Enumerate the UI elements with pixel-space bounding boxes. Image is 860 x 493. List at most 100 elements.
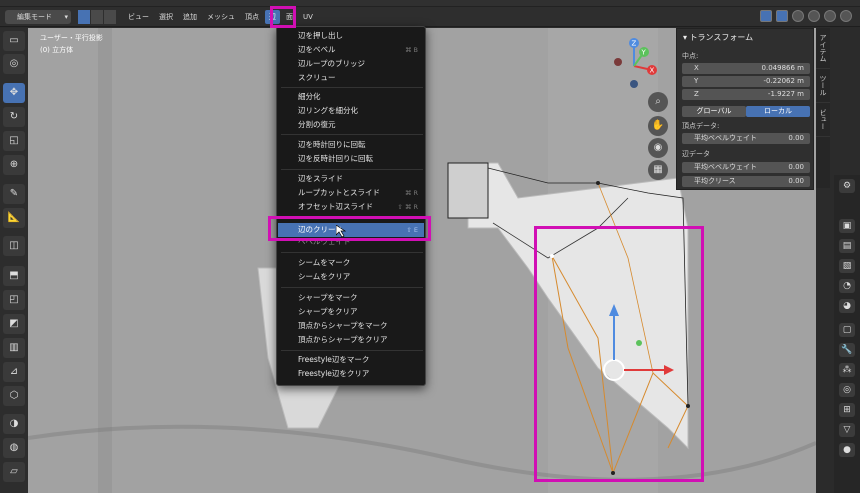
navigation-gizmo[interactable]: Z X Y xyxy=(606,36,662,92)
pan-hand-icon[interactable]: ✋ xyxy=(648,116,668,136)
item-label: 辺リングを細分化 xyxy=(298,106,358,115)
view-name: ユーザー・平行投影 xyxy=(40,34,103,42)
menu-item-bevel-edges[interactable]: 辺をベベル ⌘ B xyxy=(278,43,424,57)
menu-item-subdivide[interactable]: 細分化 xyxy=(278,90,424,104)
camera-icon[interactable]: ◉ xyxy=(648,138,668,158)
scene-props-icon[interactable]: ◔ xyxy=(839,279,855,293)
overlay-toggle-icon[interactable] xyxy=(776,10,788,22)
menu-item-clear-freestyle-edge[interactable]: Freestyle辺をクリア xyxy=(278,367,424,381)
mesh-data-icon[interactable]: ▽ xyxy=(839,423,855,437)
move-icon[interactable]: ✥ xyxy=(3,83,25,103)
loop-cut-icon[interactable]: ▥ xyxy=(3,338,25,358)
menu-item-offset-edge-slide[interactable]: オフセット辺スライド ⇧ ⌘ R xyxy=(278,200,424,214)
edge-data-label: 辺データ xyxy=(682,150,710,158)
material-shading-icon[interactable] xyxy=(824,10,836,22)
menu-item-extrude-edges[interactable]: 辺を押し出し xyxy=(278,29,424,43)
menu-item-subdivide-edge-ring[interactable]: 辺リングを細分化 xyxy=(278,104,424,118)
tab-view[interactable]: ビュー xyxy=(816,103,830,137)
object-props-icon[interactable]: ▢ xyxy=(839,323,855,337)
median-z-field[interactable]: Z -1.9227 m xyxy=(682,89,810,100)
median-x-field[interactable]: X 0.049866 m xyxy=(682,63,810,74)
item-label: シームをクリア xyxy=(298,272,351,281)
menu-item-mark-freestyle-edge[interactable]: Freestyle辺をマーク xyxy=(278,353,424,367)
item-label: 辺をスライド xyxy=(298,174,343,183)
item-label: 分割の復元 xyxy=(298,120,336,129)
smooth-icon[interactable]: ◍ xyxy=(3,438,25,458)
modifier-wrench-icon[interactable]: 🔧 xyxy=(839,343,855,357)
mode-selector[interactable]: 編集モード ▾ xyxy=(5,10,71,24)
menu-view[interactable]: ビュー xyxy=(124,10,153,24)
tab-tool[interactable]: ツール xyxy=(816,69,830,103)
vertex-select-icon[interactable] xyxy=(78,10,90,24)
menu-item-rotate-edge-ccw[interactable]: 辺を反時計回りに回転 xyxy=(278,152,424,166)
particles-icon[interactable]: ⁂ xyxy=(839,363,855,377)
menu-item-loop-cut-slide[interactable]: ループカットとスライド ⌘ R xyxy=(278,186,424,200)
rotate-icon[interactable]: ↻ xyxy=(3,107,25,127)
menu-item-mark-sharp-from-vertices[interactable]: 頂点からシャープをマーク xyxy=(278,319,424,333)
measure-icon[interactable]: 📐 xyxy=(3,208,25,228)
item-label: シャープをマーク xyxy=(298,293,358,302)
properties-tabs: ⚙ ▣ ▤ ▧ ◔ ◕ ▢ 🔧 ⁂ ◎ ⊞ ▽ ● xyxy=(834,175,860,493)
tab-item[interactable]: アイテム xyxy=(816,28,830,69)
menu-add[interactable]: 追加 xyxy=(179,10,201,24)
menu-item-bridge-edge-loops[interactable]: 辺ループのブリッジ xyxy=(278,57,424,71)
ortho-grid-icon[interactable]: ▦ xyxy=(648,160,668,180)
edge-bevel-weight-field[interactable]: 平均ベベルウェイト 0.00 xyxy=(682,162,810,173)
item-label: シャープをクリア xyxy=(298,307,358,316)
menu-uv[interactable]: UV xyxy=(299,10,317,24)
poly-build-icon[interactable]: ⬡ xyxy=(3,386,25,406)
menu-item-screw[interactable]: スクリュー xyxy=(278,71,424,85)
scale-icon[interactable]: ◱ xyxy=(3,131,25,151)
local-button[interactable]: ローカル xyxy=(746,106,810,117)
menu-mesh[interactable]: メッシュ xyxy=(203,10,239,24)
select-box-icon[interactable]: ▭ xyxy=(3,31,25,51)
menu-item-clear-sharp-from-vertices[interactable]: 頂点からシャープをクリア xyxy=(278,333,424,347)
view-layer-icon[interactable]: ▧ xyxy=(839,259,855,273)
transform-icon[interactable]: ⊕ xyxy=(3,155,25,175)
zoom-icon[interactable]: ⌕ xyxy=(648,92,668,112)
menu-item-clear-sharp[interactable]: シャープをクリア xyxy=(278,305,424,319)
edge-select-icon[interactable] xyxy=(91,10,103,24)
menu-item-clear-seam[interactable]: シームをクリア xyxy=(278,270,424,284)
vertex-bevel-weight-field[interactable]: 平均ベベルウェイト 0.00 xyxy=(682,133,810,144)
physics-icon[interactable]: ◎ xyxy=(839,383,855,397)
extrude-icon[interactable]: ⬒ xyxy=(3,266,25,286)
menu-separator xyxy=(281,87,423,88)
gizmo-z-label: Z xyxy=(632,40,637,48)
blender-window: 編集モード ▾ ビュー 選択 追加 メッシュ 頂点 辺 面 UV ▭ ◎ ✥ ↻… xyxy=(0,0,860,493)
menu-item-mark-sharp[interactable]: シャープをマーク xyxy=(278,291,424,305)
menu-select[interactable]: 選択 xyxy=(155,10,177,24)
output-props-icon[interactable]: ▤ xyxy=(839,239,855,253)
edge-bevel-label: 平均ベベルウェイト xyxy=(694,163,757,171)
cursor-icon[interactable]: ◎ xyxy=(3,54,25,74)
tool-props-icon[interactable]: ⚙ xyxy=(839,179,855,193)
global-button[interactable]: グローバル xyxy=(682,106,746,117)
add-cube-icon[interactable]: ◫ xyxy=(3,236,25,256)
spin-icon[interactable]: ◑ xyxy=(3,414,25,434)
panel-title-label: トランスフォーム xyxy=(689,33,754,42)
gizmo-toggle-icon[interactable] xyxy=(760,10,772,22)
menu-item-un-subdivide[interactable]: 分割の復元 xyxy=(278,118,424,132)
panel-title[interactable]: ▾ トランスフォーム xyxy=(683,32,753,43)
annotate-icon[interactable]: ✎ xyxy=(3,184,25,204)
render-props-icon[interactable]: ▣ xyxy=(839,219,855,233)
rendered-shading-icon[interactable] xyxy=(840,10,852,22)
face-select-icon[interactable] xyxy=(104,10,116,24)
bevel-icon[interactable]: ◩ xyxy=(3,314,25,334)
knife-icon[interactable]: ⊿ xyxy=(3,362,25,382)
shear-icon[interactable]: ▱ xyxy=(3,462,25,482)
menu-item-rotate-edge-cw[interactable]: 辺を時計回りに回転 xyxy=(278,138,424,152)
mouse-cursor-icon xyxy=(336,225,346,237)
median-y-field[interactable]: Y -0.22062 m xyxy=(682,76,810,87)
menu-item-edge-slide[interactable]: 辺をスライド xyxy=(278,172,424,186)
menu-item-mark-seam[interactable]: シームをマーク xyxy=(278,256,424,270)
edge-crease-field[interactable]: 平均クリース 0.00 xyxy=(682,176,810,187)
material-icon[interactable]: ● xyxy=(839,443,855,457)
edge-crease-label: 平均クリース xyxy=(694,177,736,185)
solid-shading-icon[interactable] xyxy=(808,10,820,22)
wireframe-shading-icon[interactable] xyxy=(792,10,804,22)
menu-vertex[interactable]: 頂点 xyxy=(241,10,263,24)
world-props-icon[interactable]: ◕ xyxy=(839,299,855,313)
inset-icon[interactable]: ◰ xyxy=(3,290,25,310)
constraints-icon[interactable]: ⊞ xyxy=(839,403,855,417)
